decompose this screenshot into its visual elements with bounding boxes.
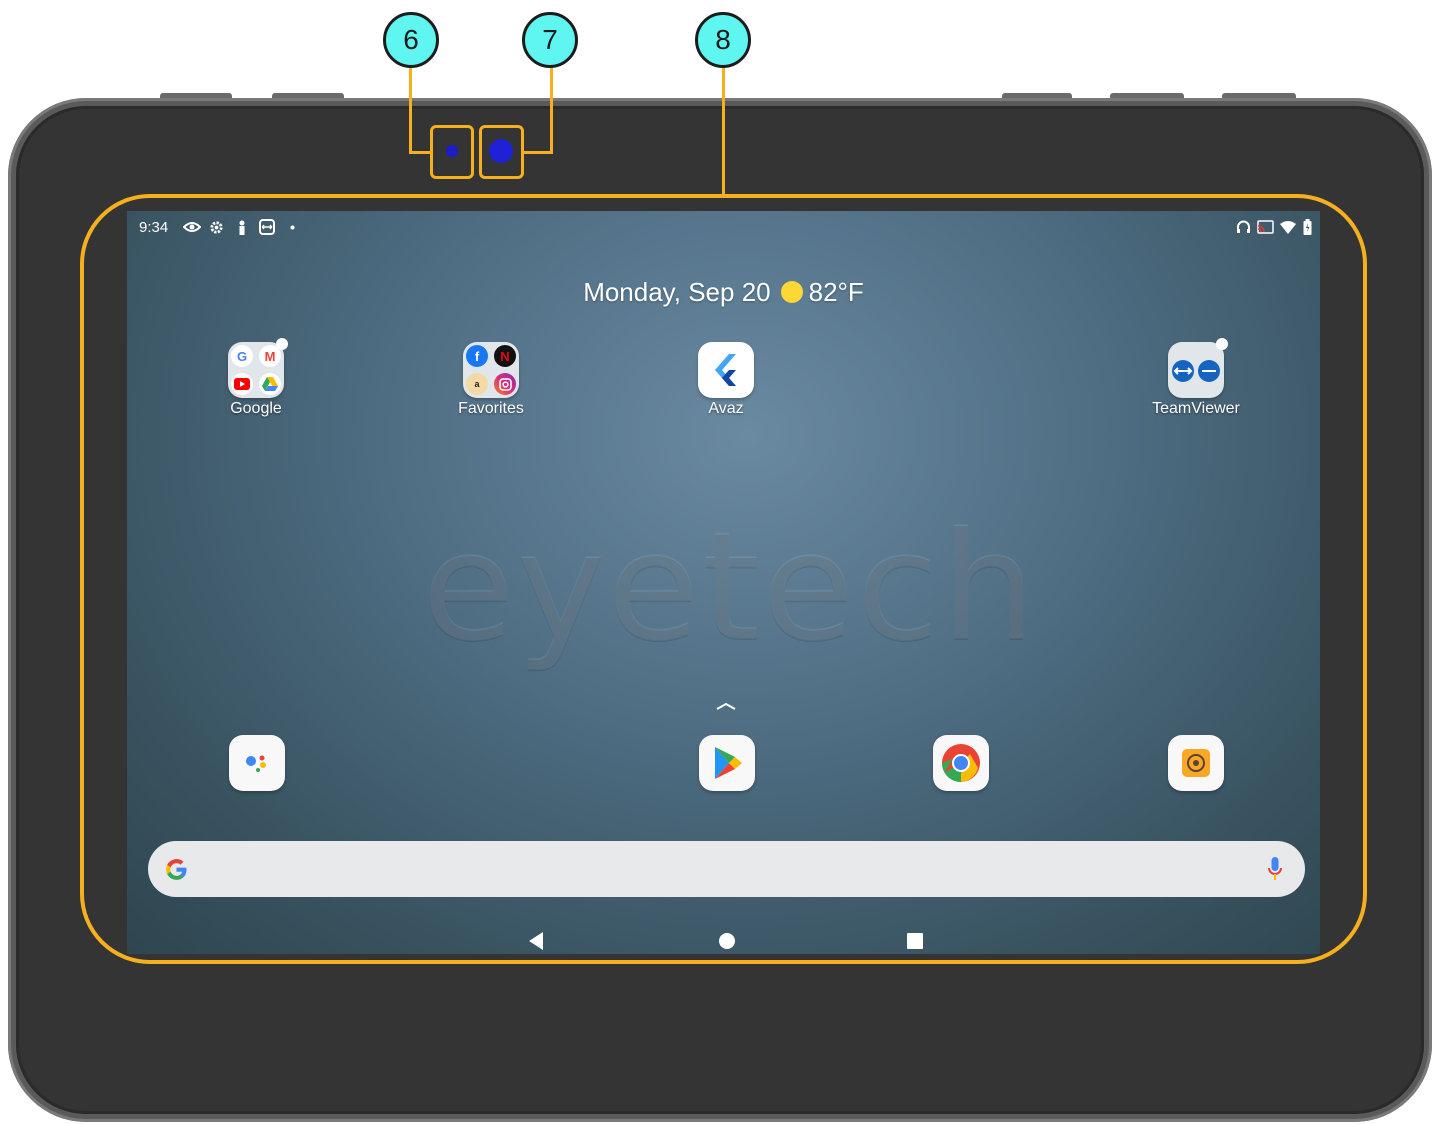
amazon-mini-icon: a bbox=[466, 373, 488, 395]
app-label: Google bbox=[230, 400, 282, 417]
wifi-icon bbox=[1280, 221, 1296, 234]
date-text: Monday, Sep 20 bbox=[583, 277, 771, 307]
microphone-icon[interactable] bbox=[1267, 856, 1283, 882]
notification-dot-badge bbox=[276, 338, 288, 350]
favorites-folder-icon: f N a bbox=[463, 342, 519, 398]
google-g-logo-icon bbox=[166, 859, 187, 880]
instagram-mini-icon bbox=[494, 373, 516, 395]
app-label: Avaz bbox=[708, 400, 744, 417]
google-drive-mini-icon bbox=[259, 373, 281, 395]
notification-dot-badge bbox=[1216, 338, 1228, 350]
camera-highlight-box bbox=[479, 125, 524, 179]
callout-7-leader bbox=[550, 66, 553, 154]
eye-icon bbox=[183, 222, 201, 232]
app-favorites-folder[interactable]: f N a Favorites bbox=[431, 342, 551, 418]
status-bar: 9:34 bbox=[127, 211, 1320, 243]
callout-6-leader bbox=[409, 66, 412, 154]
app-avaz[interactable]: Avaz bbox=[666, 342, 786, 418]
play-store-icon[interactable] bbox=[699, 735, 755, 791]
netflix-mini-icon: N bbox=[494, 345, 516, 367]
youtube-mini-icon bbox=[231, 373, 253, 395]
teamviewer-app-icon bbox=[1168, 338, 1228, 398]
recents-nav-icon[interactable] bbox=[906, 931, 924, 951]
facebook-mini-icon: f bbox=[466, 345, 488, 367]
app-drawer-chevron-up-icon[interactable] bbox=[715, 701, 737, 711]
app-label: Favorites bbox=[458, 400, 524, 417]
settings-gear-icon bbox=[210, 221, 223, 234]
sunny-weather-icon bbox=[780, 281, 803, 304]
app-teamviewer[interactable]: TeamViewer bbox=[1136, 338, 1256, 418]
camera-app-icon[interactable] bbox=[1168, 735, 1224, 791]
cast-icon bbox=[1257, 220, 1274, 234]
home-screen: 9:34 Monday, Sep 20 82°F eyetech G M Goog… bbox=[127, 211, 1320, 954]
eyetech-watermark: eyetech bbox=[422, 501, 1038, 675]
teamviewer-status-icon bbox=[259, 219, 275, 235]
google-assistant-icon[interactable] bbox=[229, 735, 285, 791]
google-search-bar[interactable] bbox=[148, 841, 1305, 897]
sensor-highlight-box bbox=[430, 125, 474, 179]
callout-6-leader bbox=[409, 151, 432, 154]
back-nav-icon[interactable] bbox=[527, 931, 545, 951]
callout-8-leader bbox=[722, 66, 725, 196]
notification-dot-icon bbox=[290, 225, 295, 230]
date-weather-widget[interactable]: Monday, Sep 20 82°F bbox=[127, 277, 1320, 308]
temperature-text: 82°F bbox=[808, 277, 864, 307]
accessibility-icon bbox=[239, 220, 245, 235]
avaz-app-icon bbox=[698, 342, 754, 398]
google-folder-icon: G M bbox=[228, 338, 288, 398]
google-g-mini-icon: G bbox=[231, 345, 253, 367]
battery-icon bbox=[1303, 219, 1312, 235]
callout-7-leader bbox=[522, 151, 553, 154]
app-label: TeamViewer bbox=[1152, 400, 1240, 417]
callout-6: 6 bbox=[383, 12, 439, 68]
chrome-icon[interactable] bbox=[933, 735, 989, 791]
callout-8: 8 bbox=[695, 12, 751, 68]
headphones-icon bbox=[1237, 220, 1250, 233]
status-time: 9:34 bbox=[139, 219, 169, 236]
home-nav-icon[interactable] bbox=[718, 931, 736, 951]
app-google-folder[interactable]: G M Google bbox=[196, 338, 316, 418]
callout-7: 7 bbox=[522, 12, 578, 68]
